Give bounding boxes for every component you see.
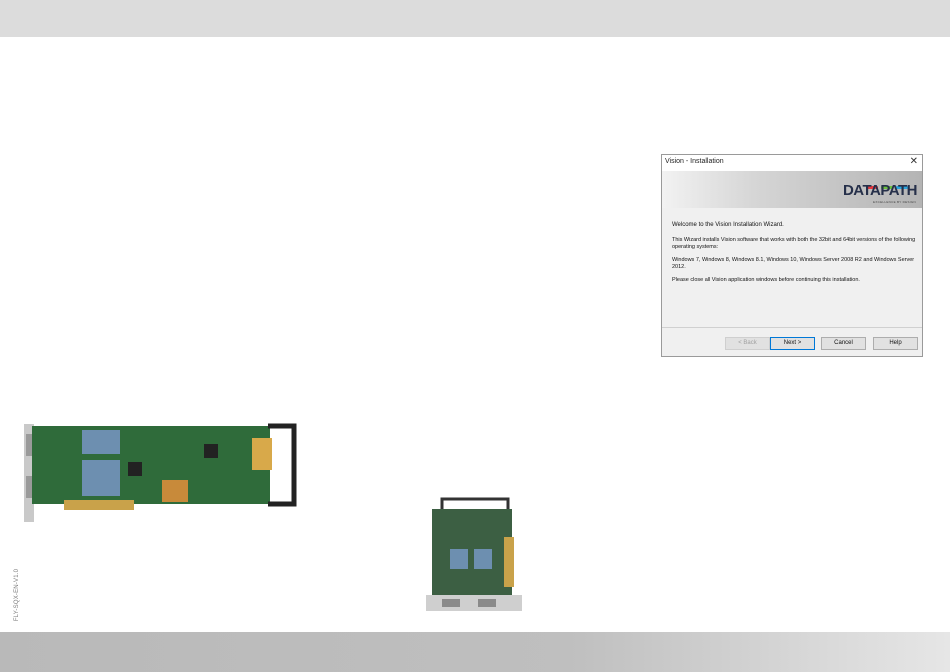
dialog-titlebar: Vision - Installation ✕ — [662, 155, 922, 171]
help-button[interactable]: Help — [873, 337, 918, 350]
os-intro-text: This Wizard installs Vision software tha… — [672, 237, 916, 250]
cancel-button[interactable]: Cancel — [821, 337, 866, 350]
dialog-body: Welcome to the Vision Installation Wizar… — [672, 222, 916, 290]
next-button[interactable]: Next > — [770, 337, 815, 350]
dialog-divider — [662, 327, 922, 328]
graphics-card-photo-vertical — [426, 497, 522, 611]
brand-tagline: EXCELLENCE BY DESIGN — [873, 200, 916, 204]
os-list-text: Windows 7, Windows 8, Windows 8.1, Windo… — [672, 257, 915, 270]
dialog-title: Vision - Installation — [665, 158, 724, 165]
brand-logo: DATAPATH — [842, 182, 918, 199]
close-icon[interactable]: ✕ — [910, 156, 918, 168]
bottom-footer-band — [0, 632, 950, 672]
graphics-card-photo — [24, 423, 297, 522]
close-apps-text: Please close all Vision application wind… — [672, 277, 860, 283]
dialog-banner: DATAPATH EXCELLENCE BY DESIGN — [662, 171, 922, 208]
back-button[interactable]: < Back — [725, 337, 770, 350]
welcome-text: Welcome to the Vision Installation Wizar… — [672, 222, 784, 228]
installer-dialog: Vision - Installation ✕ DATAPATH EXCELLE… — [661, 154, 923, 357]
top-header-band — [0, 0, 950, 37]
document-code: FLY-SQX-EN-V1.0 — [14, 568, 21, 622]
